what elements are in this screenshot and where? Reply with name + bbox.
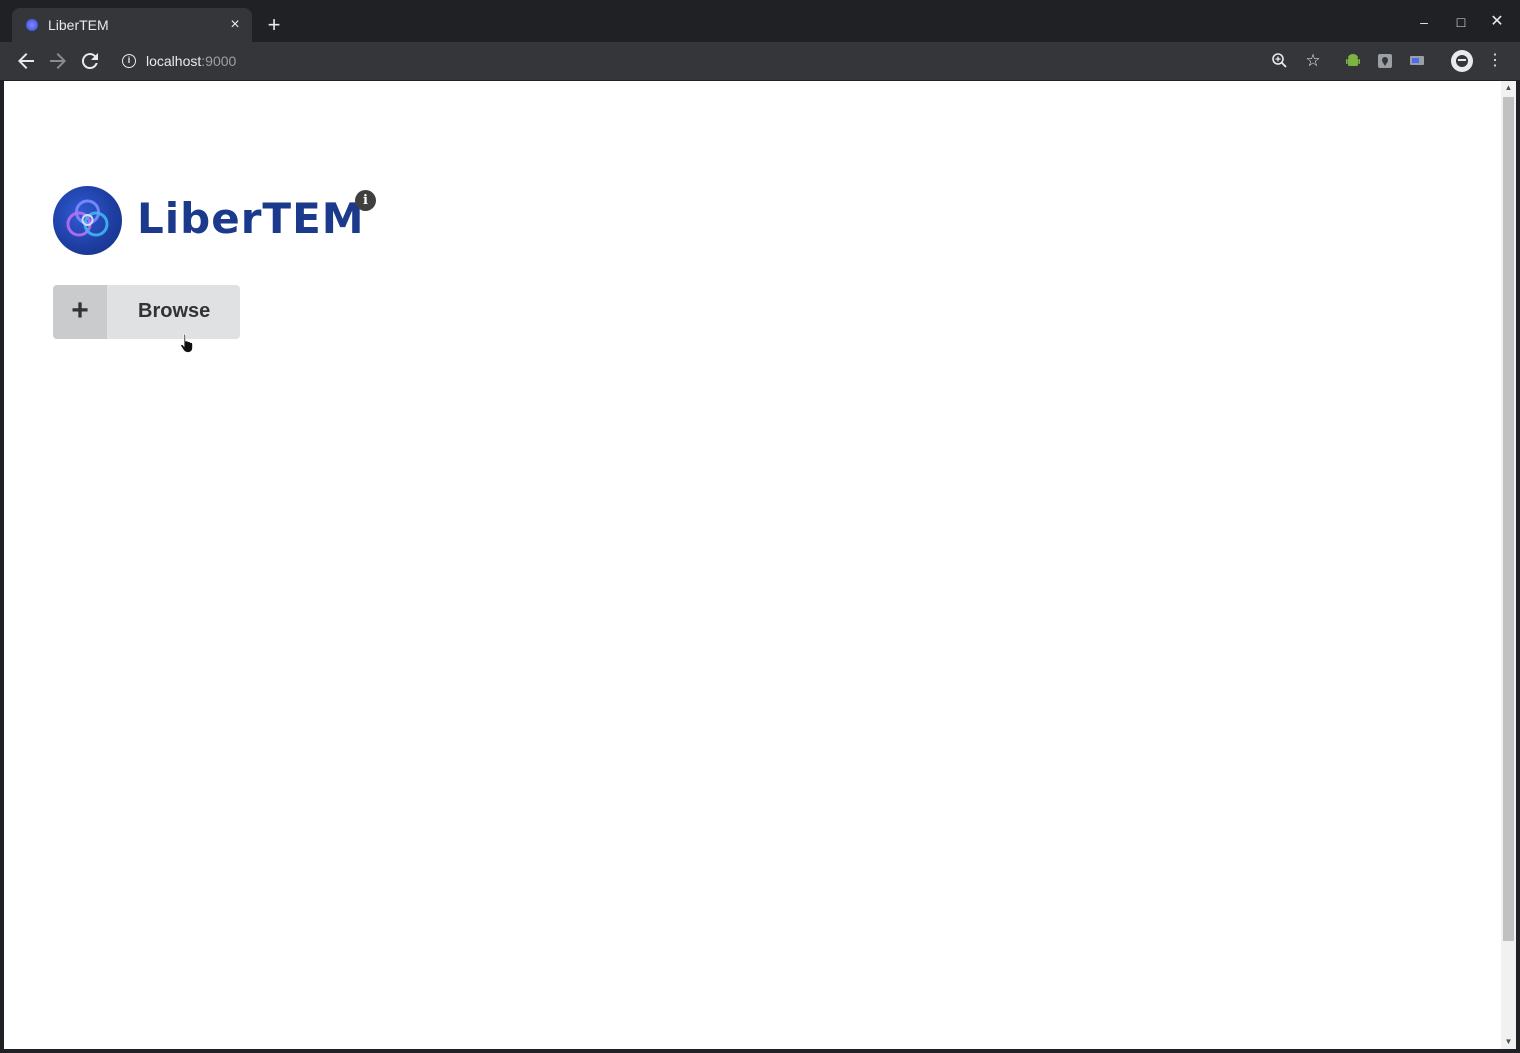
address-bar[interactable]: i localhost:9000 — [110, 46, 1340, 76]
tab-libertem[interactable]: LiberTEM × — [12, 8, 252, 42]
libertem-logo-icon — [53, 186, 122, 255]
scroll-thumb[interactable] — [1503, 97, 1514, 941]
site-info-icon[interactable]: i — [122, 54, 136, 68]
url-port: :9000 — [201, 53, 237, 69]
scroll-down-arrow-icon[interactable]: ▼ — [1501, 1037, 1516, 1047]
vertical-scrollbar[interactable]: ▲ ▼ — [1501, 81, 1516, 1049]
minimize-icon[interactable]: – — [1412, 10, 1436, 34]
back-arrow-icon[interactable] — [14, 49, 38, 73]
favicon-icon — [26, 19, 38, 31]
page-viewport: LiberTEM i + Browse — [4, 81, 1501, 1049]
scroll-up-arrow-icon[interactable]: ▲ — [1501, 83, 1516, 93]
star-icon[interactable]: ☆ — [1303, 51, 1323, 71]
browse-button[interactable]: + Browse — [53, 285, 240, 339]
pointer-cursor-icon — [180, 333, 193, 353]
browser-window: LiberTEM × + – □ ✕ i localhost:9000 ☆ ⋮ … — [0, 0, 1520, 1053]
new-tab-button[interactable]: + — [262, 13, 286, 37]
location-extension-icon[interactable] — [1375, 51, 1395, 71]
maximize-icon[interactable]: □ — [1449, 10, 1473, 34]
kebab-menu-icon[interactable]: ⋮ — [1485, 51, 1505, 71]
forward-arrow-icon[interactable] — [46, 49, 70, 73]
url-host: localhost — [146, 53, 202, 69]
browse-button-label: Browse — [138, 300, 211, 322]
logo-wordmark: LiberTEM — [137, 194, 365, 243]
info-icon[interactable]: i — [355, 190, 376, 211]
tab-title: LiberTEM — [48, 17, 109, 33]
url-text: localhost:9000 — [146, 53, 236, 69]
reload-icon[interactable] — [78, 49, 102, 73]
screen-extension-icon[interactable] — [1407, 51, 1427, 71]
zoom-icon[interactable] — [1270, 51, 1290, 71]
tab-close-icon[interactable]: × — [226, 16, 244, 34]
browser-toolbar: i localhost:9000 ☆ ⋮ — [0, 42, 1520, 80]
profile-avatar-icon[interactable] — [1451, 50, 1473, 72]
tab-strip: LiberTEM × + – □ ✕ — [0, 0, 1520, 42]
plus-icon: + — [53, 285, 107, 339]
android-extension-icon[interactable] — [1343, 51, 1363, 71]
window-close-icon[interactable]: ✕ — [1485, 10, 1509, 34]
